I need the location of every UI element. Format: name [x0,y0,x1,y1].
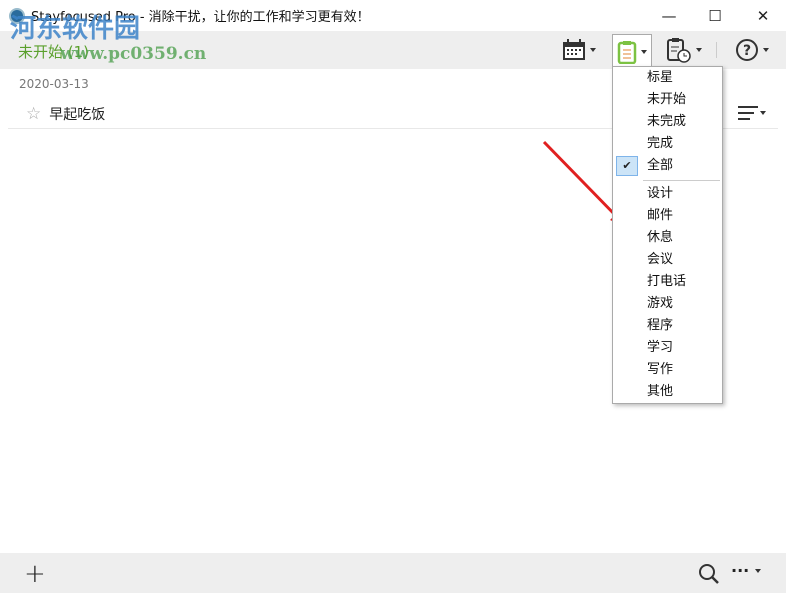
chevron-down-icon [696,48,702,52]
menu-item-category[interactable]: 会议 [647,249,673,271]
date-group-header: 2020-03-13 [19,77,89,91]
chevron-down-icon [760,111,766,115]
svg-text:?: ? [743,43,751,59]
app-icon [9,7,25,24]
menu-item-completed[interactable]: 完成 [647,133,673,155]
filter-title: 未开始 (1) [18,43,90,61]
help-button[interactable]: ? [735,36,769,64]
more-icon: ··· [731,561,750,580]
task-title: 早起吃饭 [49,107,106,123]
more-button[interactable]: ··· [731,561,762,580]
menu-item-all[interactable]: 全部 [647,155,673,177]
menu-item-incomplete[interactable]: 未完成 [647,111,686,133]
menu-item-category[interactable]: 休息 [647,227,673,249]
toolbar-divider [716,42,717,58]
star-icon[interactable]: ☆ [26,104,41,124]
chevron-down-icon [590,48,596,52]
close-button[interactable]: ✕ [740,0,786,31]
menu-item-category[interactable]: 程序 [647,315,673,337]
title-bar: Stayfocused Pro - 消除干扰，让你的工作和学习更有效！ — ☐ … [0,0,786,31]
chevron-down-icon [641,50,647,54]
menu-item-category[interactable]: 学习 [647,337,673,359]
add-task-button[interactable]: + [24,559,46,589]
menu-item-not-started[interactable]: 未开始 [647,89,686,111]
help-icon: ? [736,39,758,61]
toolbar: 未开始 (1) ? [0,31,786,69]
minimize-button[interactable]: — [646,0,692,31]
task-filter-button[interactable] [612,34,652,69]
sort-icon [738,106,758,120]
filter-dropdown-menu: ✔ 标星 未开始 未完成 完成 全部 设计 邮件 休息 会议 打电话 游戏 程序… [612,66,723,404]
calendar-icon [563,39,585,60]
bottom-bar: + ··· [0,553,786,593]
chevron-down-icon [755,568,762,573]
menu-divider [643,180,720,181]
maximize-button[interactable]: ☐ [692,0,738,31]
sort-button[interactable] [738,106,766,120]
search-icon[interactable] [698,563,720,585]
chevron-down-icon [763,48,769,52]
task-list-icon [617,41,637,64]
menu-item-category[interactable]: 邮件 [647,205,673,227]
calendar-button[interactable] [562,36,596,64]
menu-item-category[interactable]: 打电话 [647,271,686,293]
schedule-icon [667,38,691,63]
menu-item-category[interactable]: 其他 [647,381,673,403]
menu-item-category[interactable]: 设计 [647,183,673,205]
schedule-button[interactable] [666,36,702,64]
menu-item-category[interactable]: 游戏 [647,293,673,315]
checkmark-icon: ✔ [616,156,638,176]
menu-item-category[interactable]: 写作 [647,359,673,381]
window-title: Stayfocused Pro - 消除干扰，让你的工作和学习更有效！ [31,10,370,25]
menu-item-starred[interactable]: 标星 [647,67,673,89]
